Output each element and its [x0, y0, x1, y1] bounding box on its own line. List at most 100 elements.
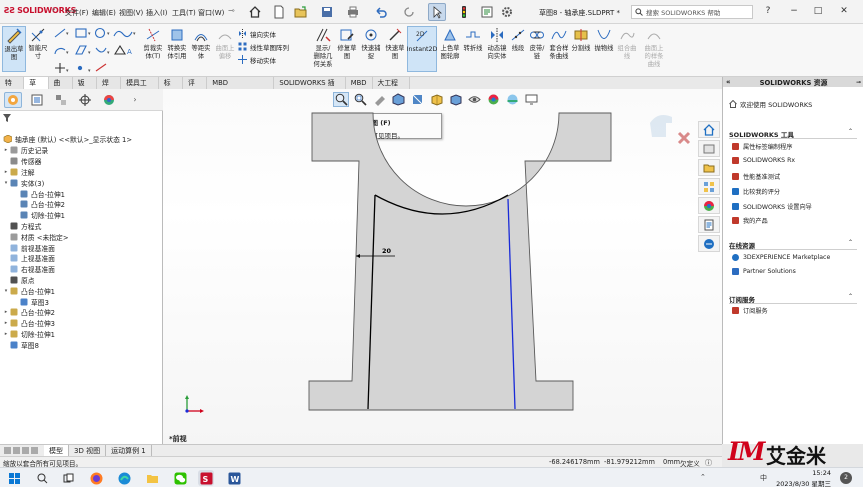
offset-entities-button[interactable]: 等距实 体 — [189, 26, 213, 61]
tree-item[interactable]: 原点 — [0, 275, 163, 286]
search-icon[interactable] — [34, 470, 50, 486]
tree-item[interactable]: ▸ 历史记录 — [0, 145, 163, 156]
property-manager-tab[interactable] — [28, 92, 46, 108]
task-view-icon[interactable] — [60, 470, 76, 486]
scroll-prev-icon[interactable] — [13, 447, 20, 454]
tree-item[interactable]: 草图3 — [0, 296, 163, 307]
tool-settings-wizard[interactable]: SOLIDWORKS 设置向导 — [732, 202, 812, 211]
undo-icon[interactable] — [372, 3, 390, 21]
solidworks-forum-tab[interactable] — [698, 235, 720, 252]
expand-panel-arrow[interactable]: › — [126, 92, 144, 108]
help-button[interactable]: ? — [760, 3, 776, 19]
menu-tools[interactable]: 工具(T) — [172, 8, 196, 18]
notification-icon[interactable]: 2 — [840, 472, 852, 484]
menu-file[interactable]: 文件(F) — [65, 8, 89, 18]
search-input[interactable]: 搜索 SOLIDWORKS 帮助 — [631, 5, 753, 19]
parabola-button[interactable]: 抛物线 — [593, 26, 615, 53]
tab-mbd-dimensions[interactable]: MBD Dimensions — [207, 77, 275, 99]
scroll-next-icon[interactable] — [22, 447, 29, 454]
display-manager-tab[interactable] — [100, 92, 118, 108]
tree-item[interactable]: 方程式 — [0, 221, 163, 232]
tray-arrow-icon[interactable]: ⌃ — [700, 473, 706, 481]
chevron-up-icon[interactable]: ⌃ — [848, 239, 853, 246]
menu-arrow-icon[interactable]: › — [52, 5, 58, 19]
file-explorer-icon[interactable] — [144, 470, 160, 486]
tab-motion-study[interactable]: 运动算例 1 — [106, 444, 152, 457]
tree-item[interactable]: ▸ 注解 — [0, 167, 163, 178]
print-icon[interactable] — [344, 3, 362, 21]
menu-window[interactable]: 窗口(W) — [198, 8, 224, 18]
custom-properties-tab[interactable] — [698, 216, 720, 233]
scroll-first-icon[interactable] — [4, 447, 11, 454]
tab-3d-views[interactable]: 3D 视图 — [69, 444, 107, 457]
tab-mbd[interactable]: MBD — [345, 77, 373, 89]
options-gear-icon[interactable] — [498, 3, 516, 21]
tree-item[interactable]: ▸ 凸台-拉伸2 — [0, 307, 163, 318]
tree-item[interactable]: 前视基准面 — [0, 242, 163, 253]
tree-item[interactable]: ▸ 凸台-拉伸3 — [0, 318, 163, 329]
tool-property-tab-builder[interactable]: 属性标签编制程序 — [732, 142, 793, 151]
tree-item[interactable]: 凸台-拉伸2 — [0, 199, 163, 210]
tab-sheet-metal[interactable]: 钣金 — [72, 77, 97, 99]
surface-offset-button[interactable]: 曲面上 偏移 — [213, 26, 237, 61]
online-3dexperience-marketplace[interactable]: 3DEXPERIENCE Marketplace — [732, 254, 830, 261]
word-icon[interactable]: W — [226, 470, 242, 486]
menu-edit[interactable]: 编辑(E) — [92, 8, 116, 18]
ime-indicator[interactable]: 中 — [760, 473, 767, 483]
move-entities-button[interactable]: 移动实体 — [238, 53, 308, 66]
smart-dimension-button[interactable]: 智能尺 寸 — [27, 26, 49, 61]
chevron-up-icon[interactable]: ⌃ — [848, 128, 853, 135]
split-line-button[interactable]: 分割线 — [571, 26, 591, 53]
tree-root[interactable]: 轴承座 (默认) <<默认>_显示状态 1> — [0, 134, 163, 145]
wechat-icon[interactable] — [172, 470, 188, 486]
tree-item[interactable]: ▾ 实体(3) — [0, 177, 163, 188]
pin-icon[interactable]: ⊸ — [856, 79, 861, 86]
tree-item[interactable]: 上视基准面 — [0, 253, 163, 264]
tab-model[interactable]: 模型 — [44, 444, 69, 457]
edge-icon[interactable] — [116, 470, 132, 486]
tool-my-products[interactable]: 我的产品 — [732, 216, 768, 225]
tab-features[interactable]: 特征 — [0, 77, 25, 99]
tab-evaluate[interactable]: 评估 — [182, 77, 208, 99]
tab-da-gongchengshi[interactable]: 大工程师 — [372, 77, 411, 99]
tool-compare-score[interactable]: 比较我的评分 — [732, 187, 780, 196]
rapid-sketch-button[interactable]: 快速草 图 — [384, 26, 406, 61]
menu-insert[interactable]: 插入(I) — [146, 8, 168, 18]
menu-view[interactable]: 视图(V) — [119, 8, 143, 18]
collapse-arrow-icon[interactable]: « — [726, 78, 731, 86]
subscription-services-link[interactable]: 订阅服务 — [732, 306, 768, 315]
trim-button[interactable]: 剪裁实 体(T) — [141, 26, 165, 61]
linear-pattern-button[interactable]: 线性草图阵列 — [238, 40, 308, 53]
shaded-contours-button[interactable]: 上色草 图轮廓 — [439, 26, 461, 61]
tab-mold-tools[interactable]: 模具工具 — [121, 77, 159, 99]
tool-solidworks-rx[interactable]: SOLIDWORKS Rx — [732, 157, 795, 164]
quick-snaps-button[interactable]: 快速捕 捉 — [360, 26, 382, 61]
design-library-tab[interactable] — [698, 140, 720, 157]
dynamic-mirror-button[interactable]: 动态镜 向实体 — [485, 26, 509, 61]
home-icon[interactable] — [246, 3, 264, 21]
windows-start-icon[interactable] — [6, 470, 22, 486]
online-partner-solutions[interactable]: Partner Solutions — [732, 268, 796, 275]
file-explorer-tab[interactable] — [698, 159, 720, 176]
model-view[interactable]: 20 — [163, 89, 722, 444]
feature-manager-tab[interactable] — [4, 91, 22, 108]
tree-item[interactable]: 凸台-拉伸1 — [0, 188, 163, 199]
tree-item[interactable]: ▸ 切除-拉伸1 — [0, 329, 163, 340]
solidworks-resources-tab[interactable] — [698, 121, 720, 138]
select-arrow-icon[interactable] — [428, 3, 446, 21]
file-properties-icon[interactable] — [478, 3, 496, 21]
tab-annotation[interactable]: 标注 — [158, 77, 183, 99]
tree-item[interactable]: 传感器 — [0, 156, 163, 167]
tree-filter[interactable] — [0, 112, 163, 123]
mirror-entities-button[interactable]: 镜向实体 — [238, 27, 308, 40]
pin-icon[interactable]: ⊸ — [228, 6, 235, 15]
tree-item[interactable]: 切除-拉伸1 — [0, 210, 163, 221]
tree-item[interactable]: 草图8 — [0, 339, 163, 350]
configuration-manager-tab[interactable] — [52, 92, 70, 108]
dimension-value[interactable]: 20 — [382, 247, 392, 255]
tab-solidworks-addins[interactable]: SOLIDWORKS 插件 — [274, 77, 346, 99]
tool-performance-benchmark[interactable]: 性能基准测试 — [732, 172, 780, 181]
view-palette-tab[interactable] — [698, 178, 720, 195]
welcome-link[interactable]: 欢迎使用 SOLIDWORKS — [729, 99, 812, 109]
graphics-area[interactable]: 整屏显示全图 (F) 缩放到所有可见项目。 20 *前视 — [163, 89, 722, 444]
